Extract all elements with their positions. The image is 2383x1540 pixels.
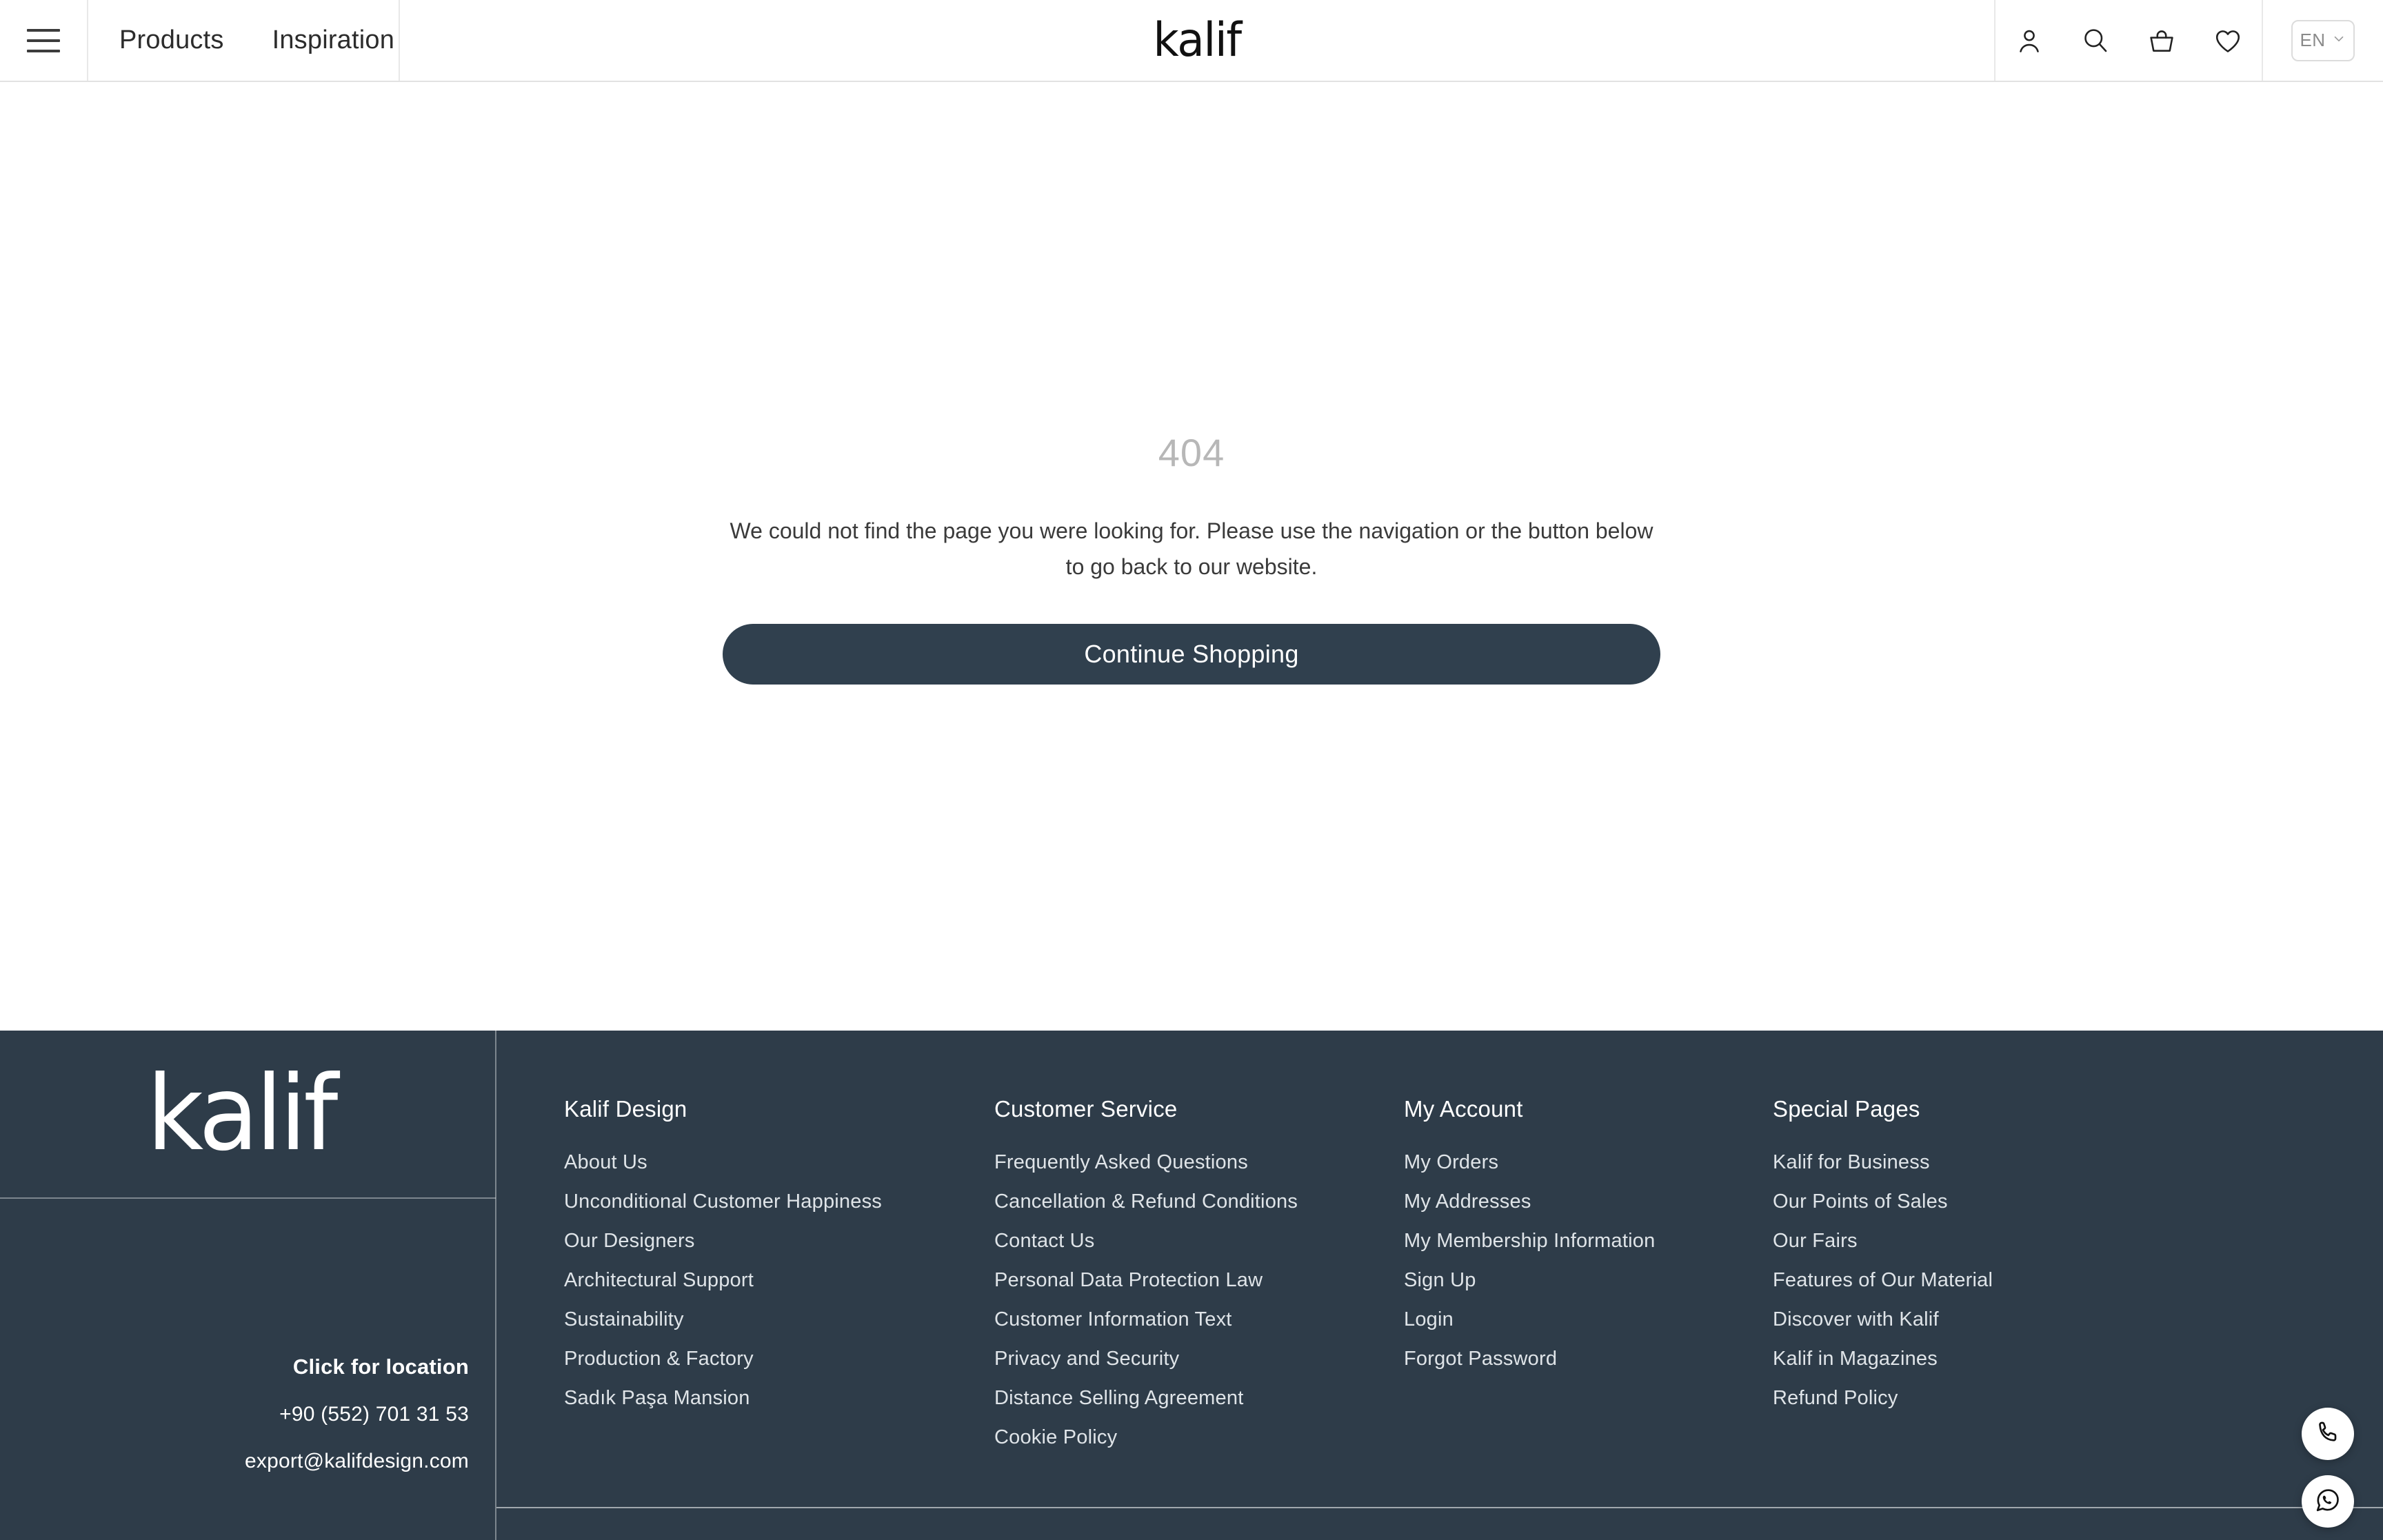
search-icon[interactable] <box>2077 22 2114 59</box>
phone-icon <box>2314 1419 2342 1450</box>
footer-column-title: Customer Service <box>994 1096 1178 1122</box>
footer-link[interactable]: Unconditional Customer Happiness <box>564 1191 994 1213</box>
nav-item-inspiration[interactable]: Inspiration <box>272 26 395 55</box>
footer-link[interactable]: Customer Information Text <box>994 1308 1404 1331</box>
error-message: We could not find the page you were look… <box>730 518 1653 579</box>
footer-link[interactable]: Our Points of Sales <box>1773 1191 2145 1213</box>
footer-column-title: Kalif Design <box>564 1096 687 1122</box>
footer-link[interactable]: Personal Data Protection Law <box>994 1269 1404 1292</box>
error-code: 404 <box>1158 431 1225 474</box>
heart-icon[interactable] <box>2209 22 2246 59</box>
phone-fab-button[interactable] <box>2302 1408 2354 1460</box>
footer-link[interactable]: Our Fairs <box>1773 1230 2145 1253</box>
footer-link[interactable]: Contact Us <box>994 1230 1404 1253</box>
footer-link[interactable]: My Membership Information <box>1404 1230 1773 1253</box>
footer-phone[interactable]: +90 (552) 701 31 53 <box>0 1403 469 1426</box>
footer-link[interactable]: Kalif for Business <box>1773 1151 2145 1174</box>
footer-link[interactable]: My Addresses <box>1404 1191 1773 1213</box>
footer-link[interactable]: Cancellation & Refund Conditions <box>994 1191 1404 1213</box>
error-page-content: 404 We could not find the page you were … <box>0 82 2383 1031</box>
nav-item-products[interactable]: Products <box>119 26 224 55</box>
continue-shopping-button[interactable]: Continue Shopping <box>723 623 1660 685</box>
language-value: EN <box>2300 30 2326 50</box>
footer-link[interactable]: Features of Our Material <box>1773 1269 2145 1292</box>
footer-logo-container[interactable]: kalif <box>0 1031 495 1197</box>
site-footer: kalif Click for location +90 (552) 701 3… <box>0 1031 2383 1540</box>
whatsapp-icon <box>2313 1486 2342 1518</box>
menu-button[interactable] <box>0 0 88 81</box>
footer-bottom-divider <box>496 1507 2383 1508</box>
whatsapp-fab-button[interactable] <box>2302 1475 2354 1528</box>
basket-icon[interactable] <box>2143 22 2180 59</box>
footer-email[interactable]: export@kalifdesign.com <box>0 1450 469 1473</box>
chevron-down-icon <box>2331 31 2346 50</box>
footer-link[interactable]: Our Designers <box>564 1230 994 1253</box>
site-header: Products Inspiration kalif EN <box>0 0 2383 82</box>
footer-contact-block: Click for location +90 (552) 701 31 53 e… <box>0 1355 469 1497</box>
footer-link[interactable]: Sustainability <box>564 1308 994 1331</box>
footer-link[interactable]: Refund Policy <box>1773 1387 2145 1410</box>
footer-column-title: My Account <box>1404 1096 1523 1122</box>
footer-link[interactable]: About Us <box>564 1151 994 1174</box>
account-icon[interactable] <box>2011 22 2048 59</box>
footer-link[interactable]: Architectural Support <box>564 1269 994 1292</box>
logo-container[interactable]: kalif <box>400 0 1995 81</box>
footer-link[interactable]: Privacy and Security <box>994 1348 1404 1370</box>
language-selector[interactable]: EN <box>2291 19 2355 61</box>
footer-logo-divider <box>0 1197 496 1199</box>
page-root: Products Inspiration kalif EN 404 We cou… <box>0 0 2383 1540</box>
footer-link[interactable]: Login <box>1404 1308 1773 1331</box>
footer-column-customer-service: Customer Service Frequently Asked Questi… <box>994 1096 1404 1466</box>
footer-column-title: Special Pages <box>1773 1096 1920 1122</box>
footer-link[interactable]: Distance Selling Agreement <box>994 1387 1404 1410</box>
footer-link[interactable]: Cookie Policy <box>994 1426 1404 1449</box>
footer-link-columns: Kalif Design About Us Unconditional Cust… <box>564 1096 2288 1466</box>
footer-column-my-account: My Account My Orders My Addresses My Mem… <box>1404 1096 1773 1387</box>
footer-link[interactable]: Forgot Password <box>1404 1348 1773 1370</box>
header-icon-group <box>1995 0 2263 81</box>
brand-logo: kalif <box>1153 12 1242 68</box>
footer-link[interactable]: My Orders <box>1404 1151 1773 1174</box>
language-selector-container: EN <box>2263 0 2383 81</box>
footer-link[interactable]: Sadık Paşa Mansion <box>564 1387 994 1410</box>
floating-action-buttons <box>2302 1408 2354 1528</box>
footer-link[interactable]: Discover with Kalif <box>1773 1308 2145 1331</box>
footer-column-special-pages: Special Pages Kalif for Business Our Poi… <box>1773 1096 2145 1426</box>
footer-link[interactable]: Frequently Asked Questions <box>994 1151 1404 1174</box>
footer-brand-logo: kalif <box>147 1054 339 1174</box>
click-for-location-link[interactable]: Click for location <box>0 1355 469 1379</box>
footer-column-kalif-design: Kalif Design About Us Unconditional Cust… <box>564 1096 994 1426</box>
hamburger-menu-icon <box>27 28 60 52</box>
footer-link[interactable]: Sign Up <box>1404 1269 1773 1292</box>
footer-link[interactable]: Kalif in Magazines <box>1773 1348 2145 1370</box>
primary-nav: Products Inspiration <box>88 0 400 81</box>
footer-link[interactable]: Production & Factory <box>564 1348 994 1370</box>
footer-vertical-divider <box>495 1031 496 1540</box>
